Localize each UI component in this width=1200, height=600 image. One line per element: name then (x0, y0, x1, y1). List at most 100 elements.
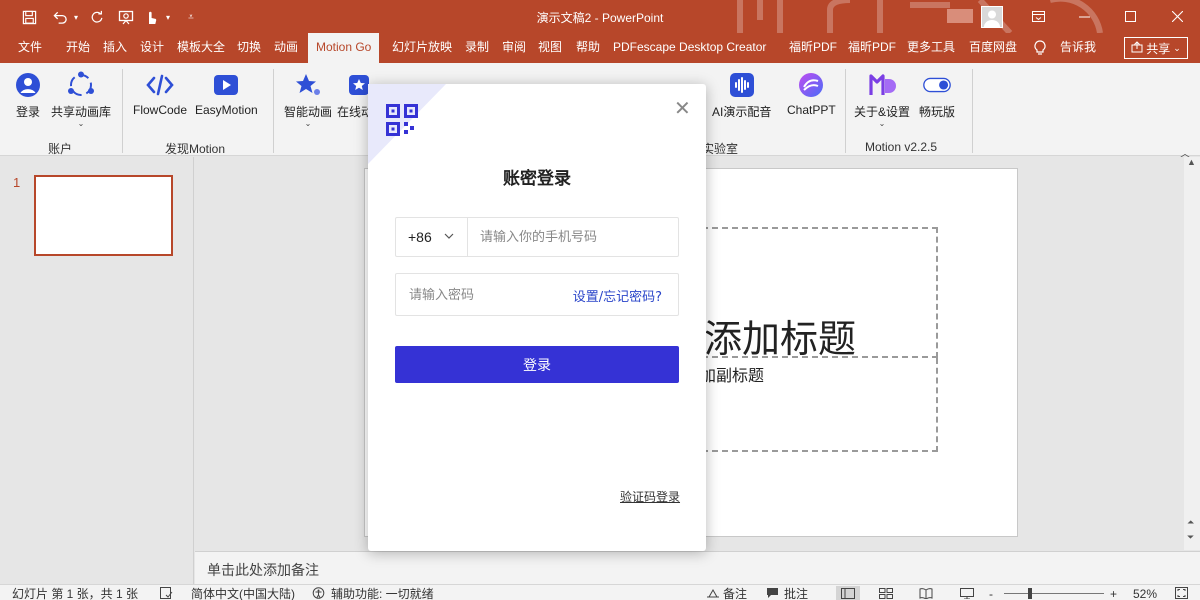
tab-file[interactable]: 文件 (18, 33, 42, 63)
tab-transitions[interactable]: 切换 (237, 33, 261, 63)
notes-placeholder: 单击此处添加备注 (207, 562, 319, 578)
chatppt-button[interactable]: ChatPPT (787, 71, 836, 117)
title-placeholder-text: 添加标题 (704, 317, 857, 361)
group-divider (122, 69, 123, 153)
smart-animation-button[interactable]: 智能动画 ⌄ (284, 71, 332, 128)
tab-home[interactable]: 开始 (66, 33, 90, 63)
group-divider (972, 69, 973, 153)
ai-voiceover-button[interactable]: AI演示配音 (712, 71, 771, 120)
tab-insert[interactable]: 插入 (103, 33, 127, 63)
tab-baidu-netdisk[interactable]: 百度网盘 (969, 33, 1017, 63)
tab-slideshow[interactable]: 幻灯片放映 (392, 33, 452, 63)
star-sparkle-icon (294, 71, 322, 99)
chatppt-logo-icon (797, 71, 825, 99)
zoom-out-icon[interactable]: - (989, 587, 993, 600)
group-discover-label: 发现Motion (165, 142, 226, 156)
chevron-down-icon (444, 230, 454, 242)
comments-toggle[interactable]: 批注 (784, 587, 808, 600)
share-library-button[interactable]: 共享动画库 ⌄ (51, 71, 111, 128)
tab-foxit-pdf-2[interactable]: 福昕PDF (848, 33, 896, 63)
share-label: 共享 (1146, 41, 1171, 56)
password-field-group: 设置/忘记密码? (395, 273, 679, 316)
verification-code-login-link[interactable]: 验证码登录 (620, 488, 680, 505)
qr-login-corner[interactable] (368, 84, 446, 164)
notes-pane[interactable]: 单击此处添加备注 (195, 551, 1200, 584)
prev-slide-icon[interactable]: ⏶ (1187, 517, 1194, 528)
accessibility-icon[interactable] (312, 587, 325, 600)
share-button[interactable]: 共享 ⌄ (1124, 37, 1188, 59)
tab-templates[interactable]: 模板大全 (177, 33, 225, 63)
toggle-switch-icon (923, 71, 951, 99)
share-chevron-icon: ⌄ (1173, 42, 1181, 53)
user-avatar[interactable] (981, 6, 1003, 28)
login-dialog: ✕ 账密登录 +86 设置/忘记密码? 登录 验证码登录 (368, 84, 706, 551)
ribbon-display-icon[interactable] (1015, 0, 1061, 33)
scroll-up-icon[interactable]: ▲ (1187, 157, 1196, 167)
zoom-in-icon[interactable]: + (1110, 587, 1117, 600)
lightbulb-icon[interactable] (1034, 40, 1046, 56)
tab-help[interactable]: 帮助 (576, 33, 600, 63)
tell-me-search[interactable]: 告诉我 (1060, 33, 1096, 63)
close-dialog-icon[interactable]: ✕ (674, 98, 691, 118)
close-window-icon[interactable] (1154, 0, 1200, 33)
zoom-slider-track[interactable] (1004, 593, 1104, 594)
comments-icon[interactable] (766, 587, 779, 600)
login-ribbon-button[interactable]: 登录 (14, 71, 42, 120)
zoom-level[interactable]: 52% (1133, 587, 1157, 600)
normal-view-icon[interactable] (836, 586, 860, 600)
slide-thumbnails-pane: 1 (0, 157, 194, 584)
about-settings-button[interactable]: 关于&设置 ⌄ (854, 71, 910, 128)
next-slide-icon[interactable]: ⏷ (1187, 532, 1194, 543)
vertical-scrollbar[interactable]: ▲ ⏶ ⏷ (1184, 157, 1200, 550)
tab-review[interactable]: 审阅 (502, 33, 526, 63)
video-play-icon (212, 71, 240, 99)
tab-view[interactable]: 视图 (538, 33, 562, 63)
play-edition-toggle[interactable]: 畅玩版 (919, 71, 955, 120)
minimize-icon[interactable] (1061, 0, 1107, 33)
login-button[interactable]: 登录 (395, 346, 679, 383)
password-input[interactable] (409, 285, 549, 305)
tab-more-tools[interactable]: 更多工具 (907, 33, 955, 63)
title-bar: ▾ ▾ ⩡ 演示文稿2 - PowerPoint (0, 0, 1200, 33)
smart-animation-dropdown-icon: ⌄ (304, 119, 312, 128)
motion-logo-icon (868, 71, 896, 99)
presenter-view-icon[interactable] (955, 586, 979, 600)
tab-animations[interactable]: 动画 (274, 33, 298, 63)
phone-number-input[interactable] (480, 227, 670, 247)
flowcode-button[interactable]: FlowCode (133, 71, 187, 117)
tab-record[interactable]: 录制 (465, 33, 489, 63)
group-divider (273, 69, 274, 153)
tab-foxit-pdf-1[interactable]: 福昕PDF (789, 33, 837, 63)
slide-thumbnail[interactable] (34, 175, 173, 256)
accessibility-status[interactable]: 辅助功能: 一切就绪 (331, 587, 434, 600)
slide-sorter-icon[interactable] (874, 586, 898, 600)
about-dropdown-icon: ⌄ (878, 119, 886, 128)
easymotion-button[interactable]: EasyMotion (195, 71, 258, 117)
slide-count-status: 幻灯片 第 1 张，共 1 张 (12, 587, 139, 600)
user-circle-icon (14, 71, 42, 99)
group-version-label: Motion v2.2.5 (865, 140, 938, 154)
tab-design[interactable]: 设计 (140, 33, 164, 63)
reading-view-icon[interactable] (914, 586, 938, 600)
maximize-icon[interactable] (1107, 0, 1153, 33)
language-status[interactable]: 简体中文(中国大陆) (191, 587, 295, 600)
share-icon (1131, 40, 1143, 56)
tab-pdfescape[interactable]: PDFescape Desktop Creator (613, 33, 766, 63)
ribbon-tabs: 文件 开始 插入 设计 模板大全 切换 动画 Motion Go 幻灯片放映 录… (0, 33, 1200, 63)
zoom-slider-thumb[interactable] (1028, 588, 1032, 599)
spellcheck-icon[interactable] (160, 587, 173, 600)
dialog-title: 账密登录 (503, 169, 571, 189)
notes-toggle[interactable]: 备注 (723, 587, 747, 600)
share-network-icon (67, 71, 95, 99)
fit-to-window-icon[interactable] (1175, 587, 1188, 600)
notes-toggle-icon[interactable] (706, 587, 720, 600)
country-code-select[interactable]: +86 (396, 218, 468, 256)
tab-motion-go[interactable]: Motion Go (308, 33, 380, 63)
share-library-dropdown-icon: ⌄ (77, 119, 85, 128)
status-bar: 幻灯片 第 1 张，共 1 张 简体中文(中国大陆) 辅助功能: 一切就绪 备注… (0, 584, 1200, 600)
group-lab-label: 实验室 (702, 142, 739, 156)
subtitle-placeholder-text: 加副标题 (700, 366, 765, 385)
forgot-password-link[interactable]: 设置/忘记密码? (573, 286, 662, 305)
audio-wave-icon (728, 71, 756, 99)
country-code-value: +86 (408, 229, 432, 245)
